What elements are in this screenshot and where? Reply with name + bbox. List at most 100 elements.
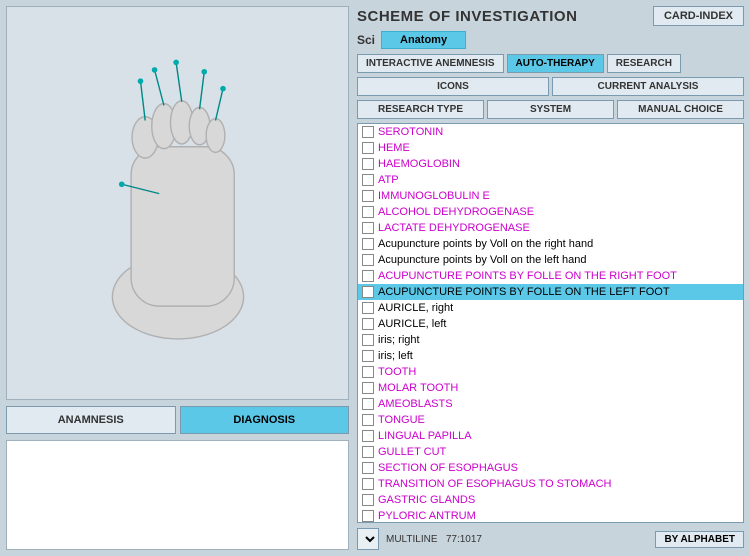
list-item[interactable]: TRANSITION OF ESOPHAGUS TO STOMACH	[358, 476, 743, 492]
list-item-text: HAEMOGLOBIN	[378, 158, 460, 170]
list-item-checkbox[interactable]	[362, 126, 374, 138]
list-item-text: HEME	[378, 142, 410, 154]
list-item-checkbox[interactable]	[362, 462, 374, 474]
list-item-checkbox[interactable]	[362, 142, 374, 154]
list-item-text: GASTRIC GLANDS	[378, 494, 475, 506]
list-item-checkbox[interactable]	[362, 270, 374, 282]
current-analysis-button[interactable]: CURRENT ANALYSIS	[552, 77, 744, 96]
list-item-checkbox[interactable]	[362, 318, 374, 330]
list-item-text: AURICLE, right	[378, 302, 453, 314]
list-item-checkbox[interactable]	[362, 430, 374, 442]
list-item[interactable]: LINGUAL PAPILLA	[358, 428, 743, 444]
list-item[interactable]: PYLORIC ANTRUM	[358, 508, 743, 523]
list-item-checkbox[interactable]	[362, 350, 374, 362]
list-item[interactable]: GASTRIC GLANDS	[358, 492, 743, 508]
list-item-checkbox[interactable]	[362, 366, 374, 378]
list-item-text: ATP	[378, 174, 399, 186]
list-item-text: MOLAR TOOTH	[378, 382, 458, 394]
list-item-checkbox[interactable]	[362, 238, 374, 250]
interactive-anemnesis-button[interactable]: INTERACTIVE ANEMNESIS	[357, 54, 504, 73]
list-item-checkbox[interactable]	[362, 510, 374, 522]
bottom-toolbar: MULTILINE 77:1017 BY ALPHABET	[357, 528, 744, 550]
list-item[interactable]: ATP	[358, 172, 743, 188]
multiline-label: MULTILINE 77:1017	[386, 534, 482, 545]
diagnosis-button[interactable]: DIAGNOSIS	[180, 406, 350, 434]
icons-button[interactable]: ICONS	[357, 77, 549, 96]
list-item-text: Acupuncture points by Voll on the left h…	[378, 254, 587, 266]
list-item-text: LACTATE DEHYDROGENASE	[378, 222, 530, 234]
list-item[interactable]: Acupuncture points by Voll on the right …	[358, 236, 743, 252]
list-item-text: LINGUAL PAPILLA	[378, 430, 472, 442]
list-item[interactable]: iris; right	[358, 332, 743, 348]
list-item[interactable]: ALCOHOL DEHYDROGENASE	[358, 204, 743, 220]
research-type-button[interactable]: RESEARCH TYPE	[357, 100, 484, 119]
foot-illustration	[58, 53, 298, 353]
list-item[interactable]: GULLET CUT	[358, 444, 743, 460]
list-item[interactable]: TONGUE	[358, 412, 743, 428]
list-item-checkbox[interactable]	[362, 414, 374, 426]
list-item-checkbox[interactable]	[362, 398, 374, 410]
list-item-checkbox[interactable]	[362, 286, 374, 298]
toolbar-row-2: ICONS CURRENT ANALYSIS	[357, 77, 744, 96]
investigation-list[interactable]: SEROTONIN HEME HAEMOGLOBIN ATP IMMUNOGLOBULI…	[357, 123, 744, 523]
list-item-checkbox[interactable]	[362, 302, 374, 314]
list-item-checkbox[interactable]	[362, 206, 374, 218]
manual-choice-button[interactable]: MANUAL CHOICE	[617, 100, 744, 119]
list-item-text: TONGUE	[378, 414, 425, 426]
list-item-checkbox[interactable]	[362, 174, 374, 186]
list-item[interactable]: IMMUNOGLOBULIN E	[358, 188, 743, 204]
sci-row: Sci Anatomy	[357, 31, 744, 49]
list-item-checkbox[interactable]	[362, 190, 374, 202]
main-container: ANAMNESIS DIAGNOSIS SCHEME OF INVESTIGAT…	[0, 0, 750, 556]
list-item[interactable]: ACUPUNCTURE POINTS BY FOLLE ON THE RIGHT…	[358, 268, 743, 284]
by-alphabet-button[interactable]: BY ALPHABET	[655, 531, 744, 548]
list-item-text: PYLORIC ANTRUM	[378, 510, 476, 522]
list-item-text: GULLET CUT	[378, 446, 446, 458]
list-item-text: TRANSITION OF ESOPHAGUS TO STOMACH	[378, 478, 611, 490]
list-item[interactable]: MOLAR TOOTH	[358, 380, 743, 396]
bottom-buttons: ANAMNESIS DIAGNOSIS	[6, 406, 349, 434]
research-button[interactable]: RESEARCH	[607, 54, 681, 73]
list-item-text: AMEOBLASTS	[378, 398, 453, 410]
right-header: SCHEME OF INVESTIGATION CARD-INDEX	[357, 6, 744, 26]
list-item-checkbox[interactable]	[362, 334, 374, 346]
toolbar-row-1: INTERACTIVE ANEMNESIS AUTO-THERAPY RESEA…	[357, 54, 744, 73]
left-panel: ANAMNESIS DIAGNOSIS	[0, 0, 355, 556]
list-item[interactable]: ACUPUNCTURE POINTS BY FOLLE ON THE LEFT …	[358, 284, 743, 300]
list-item-checkbox[interactable]	[362, 382, 374, 394]
list-item-text: TOOTH	[378, 366, 416, 378]
anamnesis-button[interactable]: ANAMNESIS	[6, 406, 176, 434]
list-item[interactable]: SEROTONIN	[358, 124, 743, 140]
list-item[interactable]: HEME	[358, 140, 743, 156]
list-item-checkbox[interactable]	[362, 254, 374, 266]
anatomy-button[interactable]: Anatomy	[381, 31, 466, 49]
list-item[interactable]: AMEOBLASTS	[358, 396, 743, 412]
list-item-checkbox[interactable]	[362, 158, 374, 170]
diagnosis-text-area[interactable]	[6, 440, 349, 550]
system-button[interactable]: SYSTEM	[487, 100, 614, 119]
list-item-text: IMMUNOGLOBULIN E	[378, 190, 490, 202]
sci-label: Sci	[357, 33, 375, 47]
list-item-checkbox[interactable]	[362, 478, 374, 490]
list-item[interactable]: iris; left	[358, 348, 743, 364]
list-item[interactable]: TOOTH	[358, 364, 743, 380]
list-item-text: Acupuncture points by Voll on the right …	[378, 238, 593, 250]
list-item[interactable]: LACTATE DEHYDROGENASE	[358, 220, 743, 236]
list-item-text: iris; left	[378, 350, 413, 362]
list-item-checkbox[interactable]	[362, 494, 374, 506]
scheme-title: SCHEME OF INVESTIGATION	[357, 8, 577, 25]
list-item-text: SECTION OF ESOPHAGUS	[378, 462, 518, 474]
list-item[interactable]: AURICLE, right	[358, 300, 743, 316]
card-index-button[interactable]: CARD-INDEX	[653, 6, 744, 26]
list-item[interactable]: SECTION OF ESOPHAGUS	[358, 460, 743, 476]
list-item-checkbox[interactable]	[362, 446, 374, 458]
list-selector[interactable]	[357, 528, 379, 550]
list-item-checkbox[interactable]	[362, 222, 374, 234]
auto-therapy-button[interactable]: AUTO-THERAPY	[507, 54, 604, 73]
list-item[interactable]: AURICLE, left	[358, 316, 743, 332]
list-item[interactable]: HAEMOGLOBIN	[358, 156, 743, 172]
list-item[interactable]: Acupuncture points by Voll on the left h…	[358, 252, 743, 268]
list-item-text: ALCOHOL DEHYDROGENASE	[378, 206, 534, 218]
foot-image-area	[6, 6, 349, 400]
toolbar-row-3: RESEARCH TYPE SYSTEM MANUAL CHOICE	[357, 100, 744, 119]
